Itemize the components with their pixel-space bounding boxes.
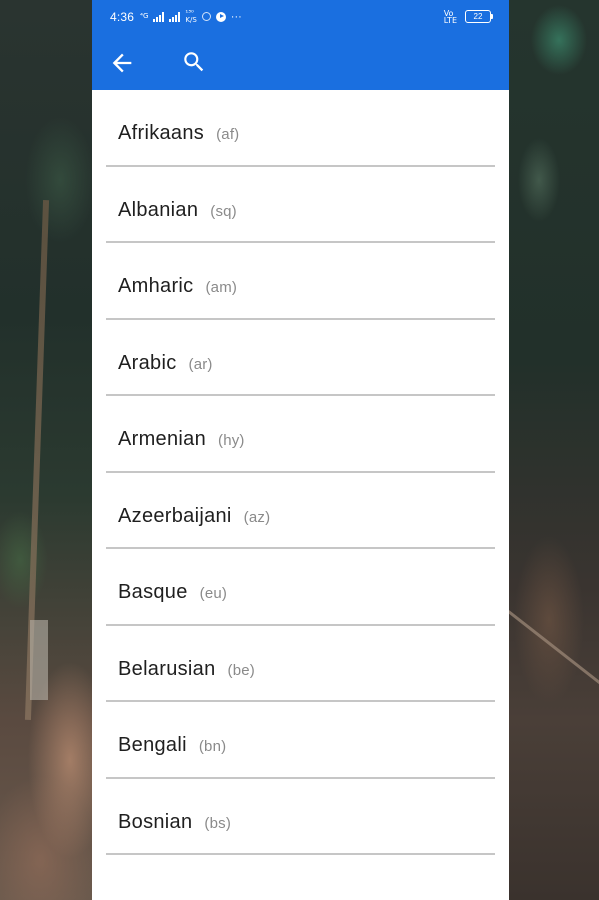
language-label: Armenian — [118, 428, 206, 450]
language-item-arabic[interactable]: Arabic (ar) — [92, 320, 509, 396]
wifi-icon: ⁴G — [140, 12, 149, 20]
language-code: (sq) — [210, 202, 237, 220]
language-code: (ar) — [188, 355, 213, 373]
language-name: Afrikaans (af) — [118, 122, 239, 145]
language-label: Albanian — [118, 198, 199, 221]
language-code: (eu) — [199, 585, 228, 602]
language-code: (am) — [205, 279, 238, 296]
language-item-bengali[interactable]: Bengali (bn) — [92, 702, 509, 779]
back-button[interactable] — [108, 49, 136, 77]
arrow-left-icon — [112, 53, 132, 73]
language-code: (hy) — [218, 432, 245, 449]
language-name: Bengali (bn) — [118, 734, 226, 757]
language-label: Bosnian — [118, 810, 193, 833]
battery-level: 22 — [473, 12, 483, 21]
language-name: Albanian (sq) — [118, 199, 237, 222]
language-name: Armenian (hy) — [118, 428, 245, 451]
background-rail — [507, 610, 599, 699]
status-time: 4:36 — [110, 9, 135, 24]
background-right-panel — [507, 0, 599, 900]
language-code: (bs) — [204, 814, 232, 832]
status-right: Vo LTE 22 — [443, 0, 493, 33]
language-label: Arabic — [118, 351, 177, 374]
media-play-icon — [215, 11, 226, 22]
battery-icon: 22 — [465, 10, 493, 23]
language-label: Afrikaans — [118, 122, 205, 144]
language-label: Bengali — [118, 734, 187, 756]
language-code: (az) — [243, 508, 271, 526]
language-item-amharic[interactable]: Amharic (am) — [92, 243, 509, 320]
more-icon: ··· — [230, 10, 242, 23]
divider — [106, 853, 495, 855]
background-left-panel — [0, 0, 92, 900]
data-icon: ¹³⁰ K/S — [185, 8, 197, 24]
app-bar — [92, 33, 509, 90]
language-name: Azeerbaijani (az) — [118, 505, 270, 528]
language-list: Afrikaans (af) Albanian (sq) Amharic (am) A… — [92, 90, 509, 855]
language-item-afrikaans[interactable]: Afrikaans (af) — [92, 90, 509, 167]
sync-icon — [201, 12, 211, 21]
status-indicators: ⁴G ¹³⁰ K/S ··· — [140, 8, 242, 24]
language-name: Bosnian (bs) — [118, 811, 231, 834]
language-name: Amharic (am) — [118, 275, 237, 298]
background-post — [30, 620, 48, 700]
language-item-armenian[interactable]: Armenian (hy) — [92, 396, 509, 473]
language-label: Amharic — [118, 275, 194, 297]
language-code: (af) — [216, 126, 240, 143]
language-item-albanian[interactable]: Albanian (sq) — [92, 167, 509, 243]
language-label: Basque — [118, 581, 188, 603]
search-icon — [184, 52, 204, 72]
language-name: Basque (eu) — [118, 581, 227, 604]
language-item-bosnian[interactable]: Bosnian (bs) — [92, 779, 509, 855]
language-name: Belarusian (be) — [118, 658, 255, 681]
language-item-belarusian[interactable]: Belarusian (be) — [92, 626, 509, 702]
phone-screen: 4:36 ⁴G ¹³⁰ K/S ··· Vo LTE 22 Afrikaans … — [92, 0, 509, 900]
volte-icon: Vo LTE — [443, 8, 457, 25]
search-button[interactable] — [181, 49, 207, 75]
language-code: (be) — [227, 661, 255, 679]
language-item-azeerbaijani[interactable]: Azeerbaijani (az) — [92, 473, 509, 549]
signal-icon — [169, 11, 181, 22]
language-name: Arabic (ar) — [118, 352, 213, 375]
language-item-basque[interactable]: Basque (eu) — [92, 549, 509, 626]
language-code: (bn) — [198, 738, 227, 755]
status-bar: 4:36 ⁴G ¹³⁰ K/S ··· Vo LTE 22 — [92, 0, 509, 33]
language-label: Belarusian — [118, 657, 216, 680]
signal-icon — [153, 11, 165, 22]
language-label: Azeerbaijani — [118, 504, 232, 527]
